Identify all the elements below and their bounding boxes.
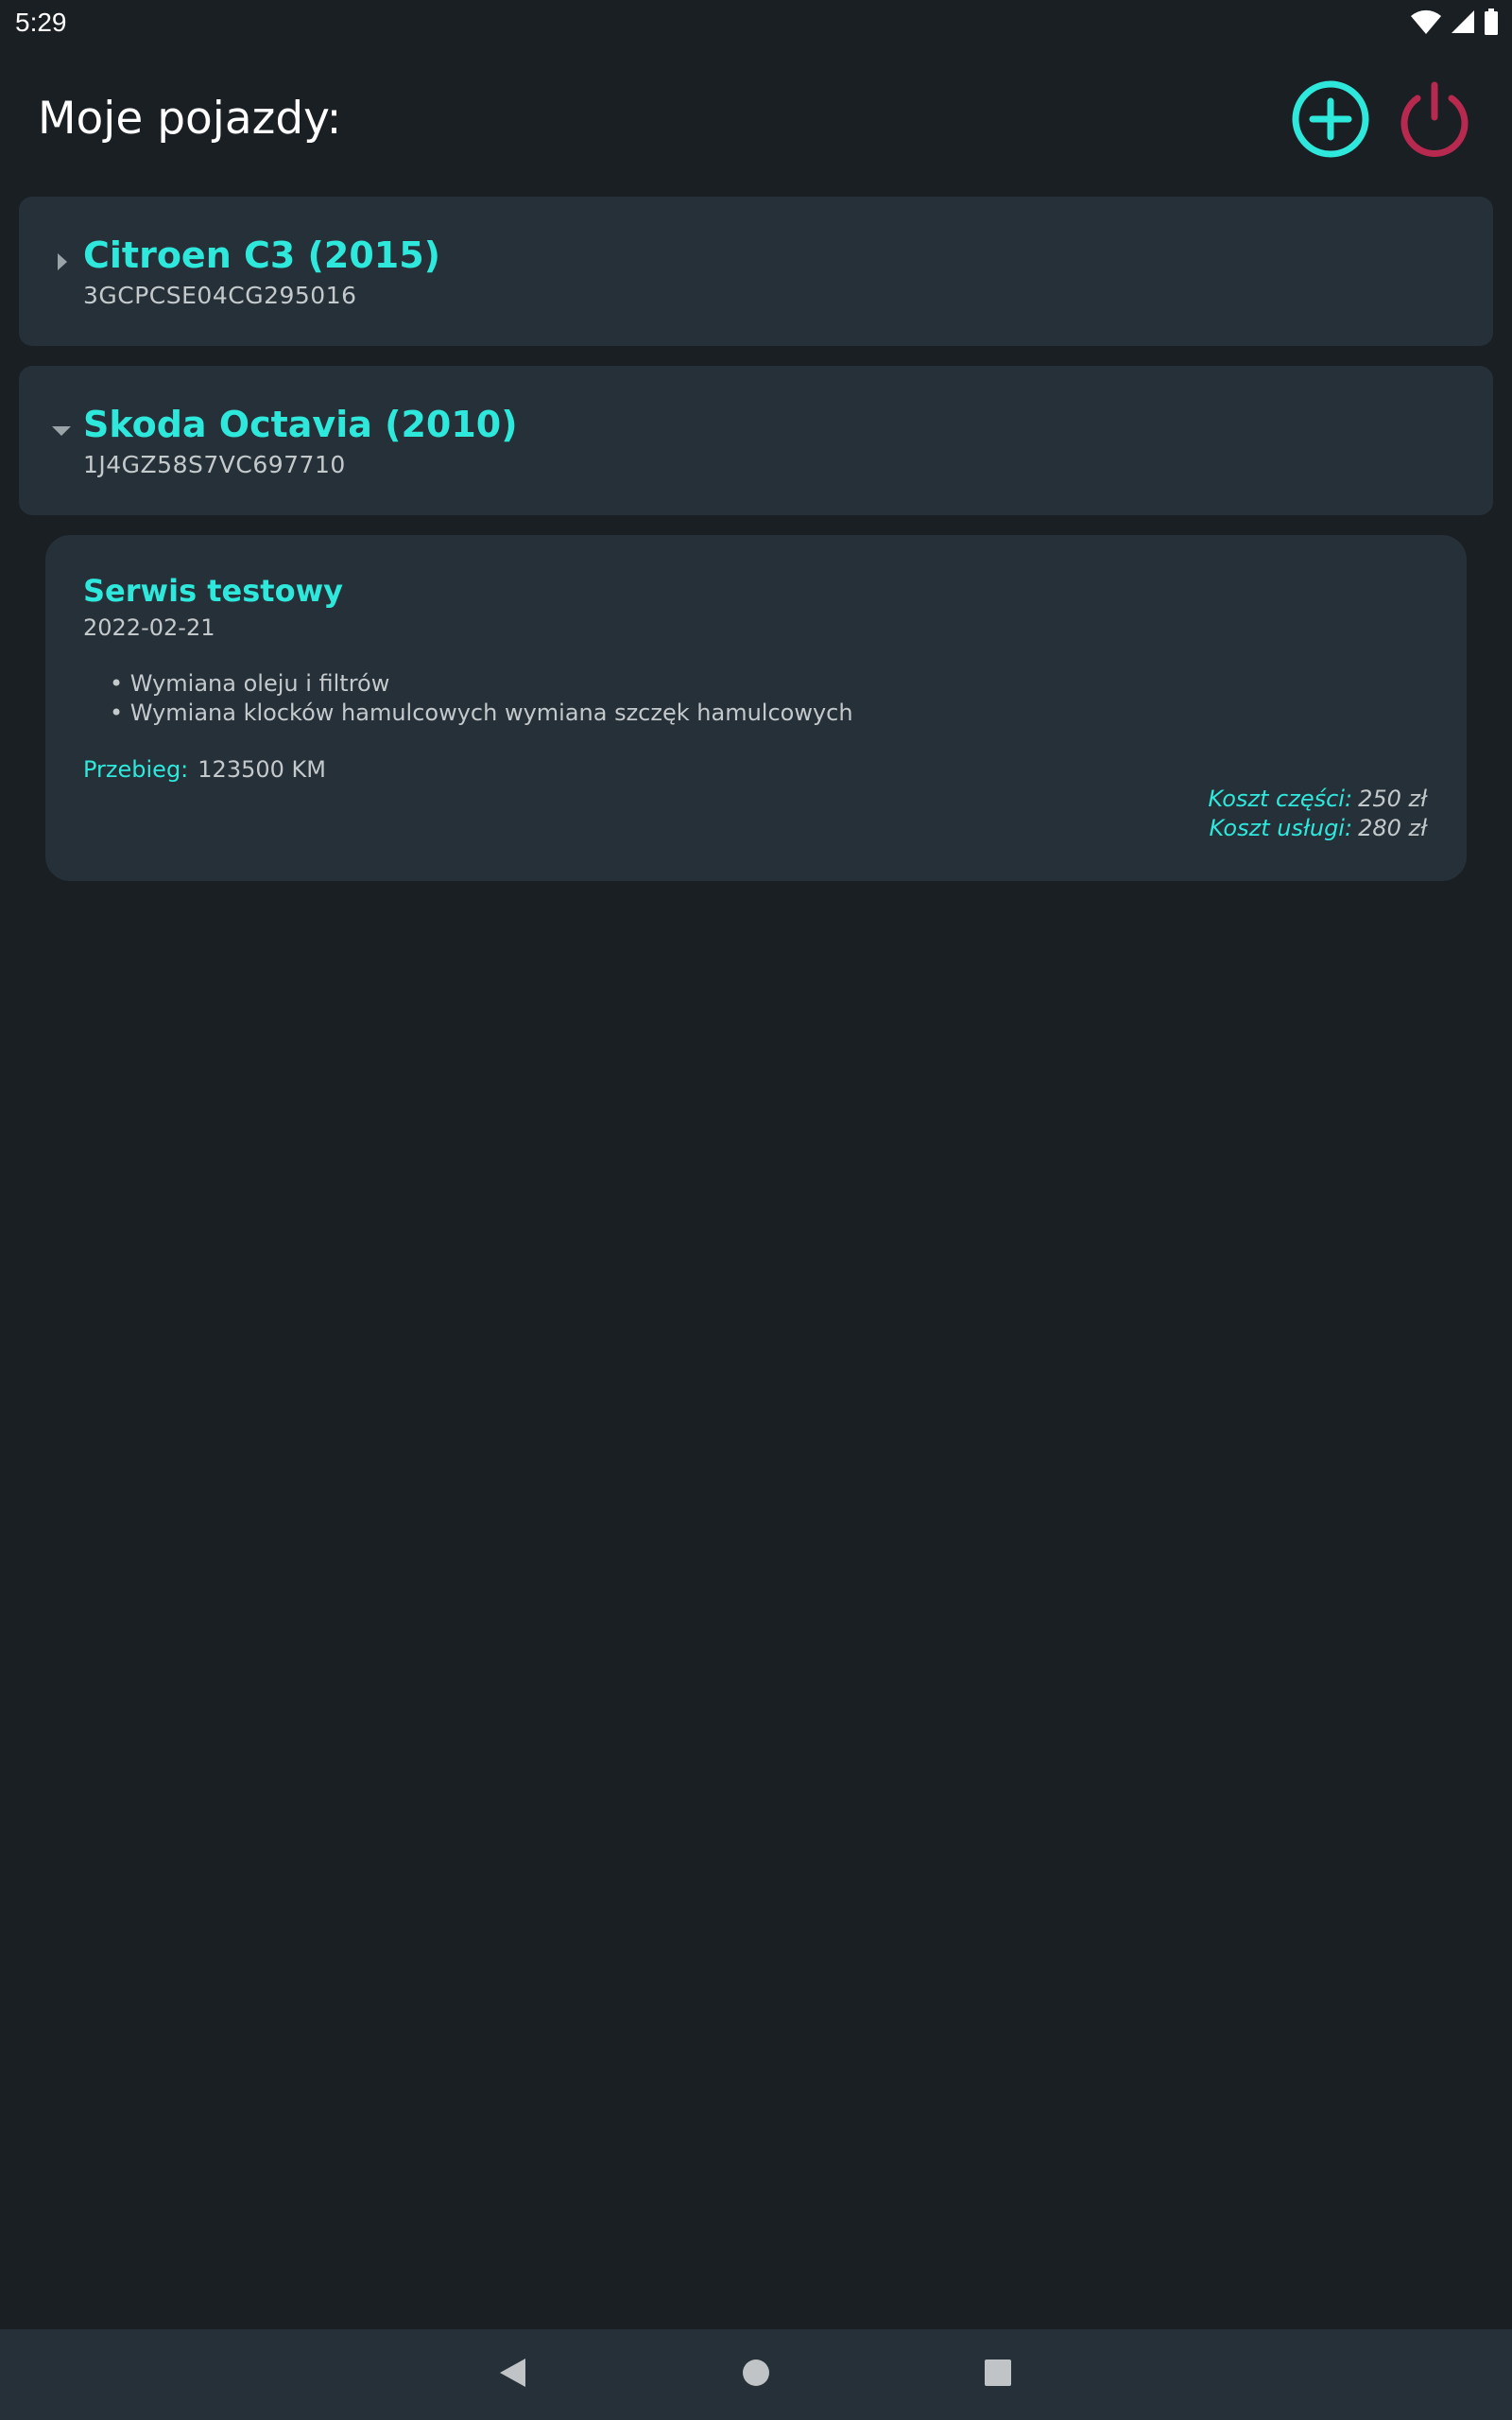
- service-card[interactable]: Serwis testowy 2022-02-21 • Wymiana olej…: [45, 535, 1467, 881]
- navigation-bar: [0, 2329, 1512, 2420]
- service-item: • Wymiana klocków hamulcowych wymiana sz…: [110, 700, 853, 726]
- recents-button[interactable]: [970, 2346, 1026, 2403]
- service-title: Serwis testowy: [83, 573, 343, 609]
- recents-icon: [981, 2356, 1015, 2394]
- service-cost-label: Koszt usługi:: [1209, 815, 1353, 841]
- vehicle-card[interactable]: Skoda Octavia (2010) 1J4GZ58S7VC697710: [19, 366, 1493, 515]
- power-icon: [1393, 78, 1476, 164]
- parts-cost-row: Koszt części: 250 zł: [1208, 785, 1427, 814]
- home-icon: [739, 2356, 773, 2394]
- vehicle-vin: 1J4GZ58S7VC697710: [83, 451, 346, 478]
- mileage-label: Przebieg:: [83, 756, 189, 783]
- service-date: 2022-02-21: [83, 614, 215, 641]
- service-cost-value: 280 zł: [1358, 815, 1427, 841]
- logout-button[interactable]: [1393, 79, 1476, 163]
- status-time: 5:29: [15, 8, 67, 37]
- costs-block: Koszt części: 250 zł Koszt usługi: 280 zł: [1208, 785, 1427, 843]
- status-bar: 5:29: [0, 0, 1512, 49]
- mileage-row: Przebieg: 123500 KM: [83, 756, 326, 783]
- page-title: Moje pojazdy:: [38, 93, 342, 145]
- parts-cost-label: Koszt części:: [1208, 786, 1353, 812]
- signal-icon: [1450, 9, 1476, 39]
- vehicle-name: Skoda Octavia (2010): [83, 404, 518, 445]
- app-screen: 5:29 Moje pojazdy: Citroen C3 (2015) 3GC…: [0, 0, 1512, 2420]
- service-item: • Wymiana oleju i filtrów: [110, 670, 390, 697]
- collapse-arrow-icon[interactable]: [47, 417, 76, 445]
- back-button[interactable]: [484, 2346, 541, 2403]
- service-items-list: • Wymiana oleju i filtrów • Wymiana kloc…: [110, 669, 853, 728]
- status-icons: [1410, 9, 1499, 38]
- parts-cost-value: 250 zł: [1358, 786, 1427, 812]
- battery-icon: [1484, 9, 1499, 39]
- back-icon: [495, 2356, 529, 2394]
- add-vehicle-button[interactable]: [1289, 79, 1372, 163]
- vehicle-name: Citroen C3 (2015): [83, 234, 441, 276]
- vehicle-card[interactable]: Citroen C3 (2015) 3GCPCSE04CG295016: [19, 197, 1493, 346]
- service-cost-row: Koszt usługi: 280 zł: [1208, 814, 1427, 843]
- mileage-value: 123500 KM: [198, 756, 326, 783]
- vehicle-vin: 3GCPCSE04CG295016: [83, 282, 357, 309]
- expand-arrow-icon[interactable]: [47, 248, 76, 276]
- add-circle-icon: [1289, 78, 1372, 164]
- home-button[interactable]: [728, 2346, 784, 2403]
- wifi-icon: [1410, 9, 1442, 39]
